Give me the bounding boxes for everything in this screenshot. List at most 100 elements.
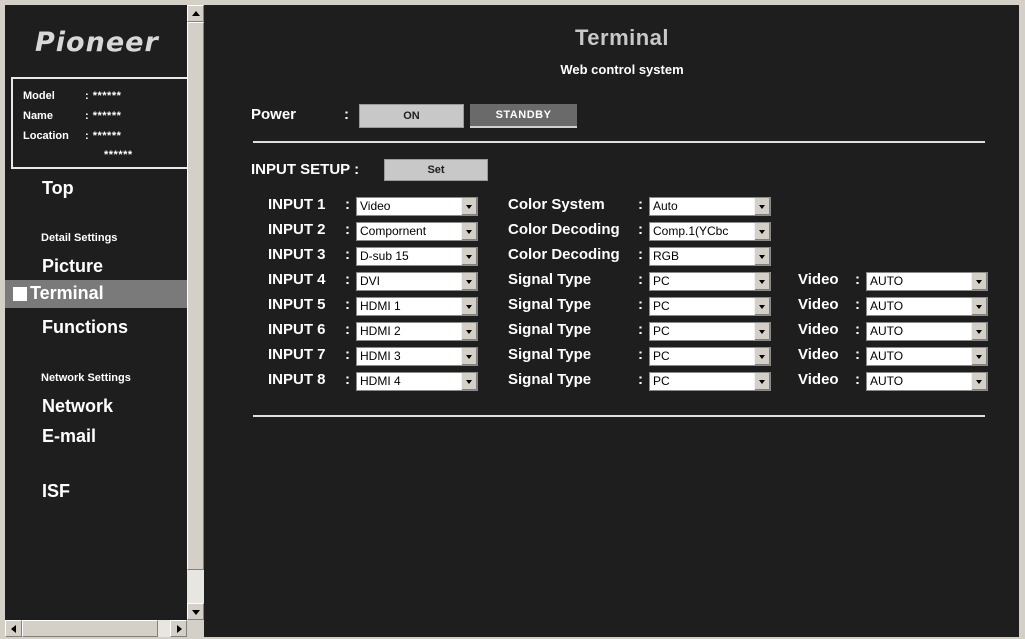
input-7-video-colon: : <box>855 346 860 363</box>
input-1-param-label: Color System <box>508 196 605 213</box>
input-8-colon: : <box>345 371 350 388</box>
dropdown-button[interactable] <box>461 198 477 215</box>
dropdown-button[interactable] <box>971 373 987 390</box>
vertical-scrollbar[interactable] <box>187 5 204 620</box>
dropdown-button[interactable] <box>754 198 770 215</box>
input-2-param-select[interactable]: Comp.1(YCbc <box>649 222 771 241</box>
dropdown-button[interactable] <box>461 298 477 315</box>
input-6-source-select[interactable]: HDMI 2 <box>356 322 478 341</box>
scroll-left-button[interactable] <box>5 620 22 637</box>
input-2-colon: : <box>345 221 350 238</box>
dropdown-button[interactable] <box>461 373 477 390</box>
scroll-right-button[interactable] <box>170 620 187 637</box>
name-label: Name <box>23 110 53 122</box>
nav-email[interactable]: E-mail <box>42 426 96 447</box>
nav-isf[interactable]: ISF <box>42 481 70 502</box>
input-6-param-select[interactable]: PC <box>649 322 771 341</box>
dropdown-button[interactable] <box>971 273 987 290</box>
model-value: : ****** <box>85 90 122 102</box>
input-5-param-select[interactable]: PC <box>649 297 771 316</box>
chevron-down-icon <box>466 255 472 259</box>
power-standby-button[interactable]: STANDBY <box>470 104 577 128</box>
input-5-source-select[interactable]: HDMI 1 <box>356 297 478 316</box>
power-on-button[interactable]: ON <box>359 104 464 128</box>
dropdown-button[interactable] <box>754 373 770 390</box>
input-8-video-select[interactable]: AUTO <box>866 372 988 391</box>
nav-network[interactable]: Network <box>42 396 113 417</box>
input-2-source-select[interactable]: Compornent <box>356 222 478 241</box>
dropdown-button[interactable] <box>461 248 477 265</box>
dropdown-button[interactable] <box>754 273 770 290</box>
input-7-source-select[interactable]: HDMI 3 <box>356 347 478 366</box>
horizontal-scrollbar[interactable] <box>5 620 187 637</box>
input-4-video-select[interactable]: AUTO <box>866 272 988 291</box>
arrow-down-icon <box>192 610 200 615</box>
input-8-source-select[interactable]: HDMI 4 <box>356 372 478 391</box>
dropdown-button[interactable] <box>971 323 987 340</box>
input-6-source-select-value: HDMI 2 <box>360 324 401 338</box>
chevron-down-icon <box>759 355 765 359</box>
dropdown-button[interactable] <box>754 323 770 340</box>
input-3-param-select-value: RGB <box>653 249 680 263</box>
nav-picture[interactable]: Picture <box>42 256 103 277</box>
power-colon: : <box>344 106 349 123</box>
input-4-param-select[interactable]: PC <box>649 272 771 291</box>
input-7-param-colon: : <box>638 346 643 363</box>
chevron-down-icon <box>466 205 472 209</box>
input-4-source-select[interactable]: DVI <box>356 272 478 291</box>
scroll-up-button[interactable] <box>187 5 204 22</box>
input-4-video-select-value: AUTO <box>870 274 904 288</box>
input-3-param-select[interactable]: RGB <box>649 247 771 266</box>
nav-functions[interactable]: Functions <box>42 317 128 338</box>
chevron-down-icon <box>976 355 982 359</box>
dropdown-button[interactable] <box>461 273 477 290</box>
nav-top[interactable]: Top <box>42 178 74 199</box>
dropdown-button[interactable] <box>461 348 477 365</box>
input-4-source-select-value: DVI <box>360 274 381 288</box>
input-8-source-select-value: HDMI 4 <box>360 374 401 388</box>
dropdown-button[interactable] <box>754 223 770 240</box>
input-5-video-select[interactable]: AUTO <box>866 297 988 316</box>
name-row: Name : ****** <box>23 110 121 122</box>
input-2-param-colon: : <box>638 221 643 238</box>
input-1-param-select[interactable]: Auto <box>649 197 771 216</box>
browser-frame: Pioneer Model: ****** Name: ****** Locat… <box>0 0 1025 639</box>
input-6-video-select-value: AUTO <box>870 324 904 338</box>
input-7-video-select[interactable]: AUTO <box>866 347 988 366</box>
input-setup-set-button[interactable]: Set <box>384 159 488 181</box>
input-8-param-select[interactable]: PC <box>649 372 771 391</box>
vertical-scroll-thumb[interactable] <box>187 22 204 570</box>
input-3-source-select[interactable]: D-sub 15 <box>356 247 478 266</box>
input-7-source-select-value: HDMI 3 <box>360 349 401 363</box>
device-info-box: Model: ****** Name: ****** Location: ***… <box>11 77 187 169</box>
horizontal-scroll-thumb[interactable] <box>22 620 158 637</box>
dropdown-button[interactable] <box>461 223 477 240</box>
nav-terminal[interactable]: Terminal <box>5 280 187 308</box>
chevron-down-icon <box>759 230 765 234</box>
dropdown-button[interactable] <box>461 323 477 340</box>
dropdown-button[interactable] <box>754 298 770 315</box>
input-1-param-colon: : <box>638 196 643 213</box>
input-7-colon: : <box>345 346 350 363</box>
dropdown-button[interactable] <box>754 348 770 365</box>
input-1-source-select[interactable]: Video <box>356 197 478 216</box>
name-value: : ****** <box>85 110 122 122</box>
input-8-video-label: Video <box>798 371 839 388</box>
chevron-down-icon <box>466 230 472 234</box>
scroll-down-button[interactable] <box>187 603 204 620</box>
input-7-label: INPUT 7 <box>268 346 326 363</box>
chevron-down-icon <box>466 305 472 309</box>
input-7-video-select-value: AUTO <box>870 349 904 363</box>
input-8-video-select-value: AUTO <box>870 374 904 388</box>
input-7-param-select[interactable]: PC <box>649 347 771 366</box>
input-5-source-select-value: HDMI 1 <box>360 299 401 313</box>
input-4-colon: : <box>345 271 350 288</box>
chevron-down-icon <box>976 380 982 384</box>
input-6-video-select[interactable]: AUTO <box>866 322 988 341</box>
dropdown-button[interactable] <box>754 248 770 265</box>
input-4-video-colon: : <box>855 271 860 288</box>
input-8-param-select-value: PC <box>653 374 670 388</box>
location-row: Location: ****** <box>23 130 121 142</box>
dropdown-button[interactable] <box>971 298 987 315</box>
dropdown-button[interactable] <box>971 348 987 365</box>
